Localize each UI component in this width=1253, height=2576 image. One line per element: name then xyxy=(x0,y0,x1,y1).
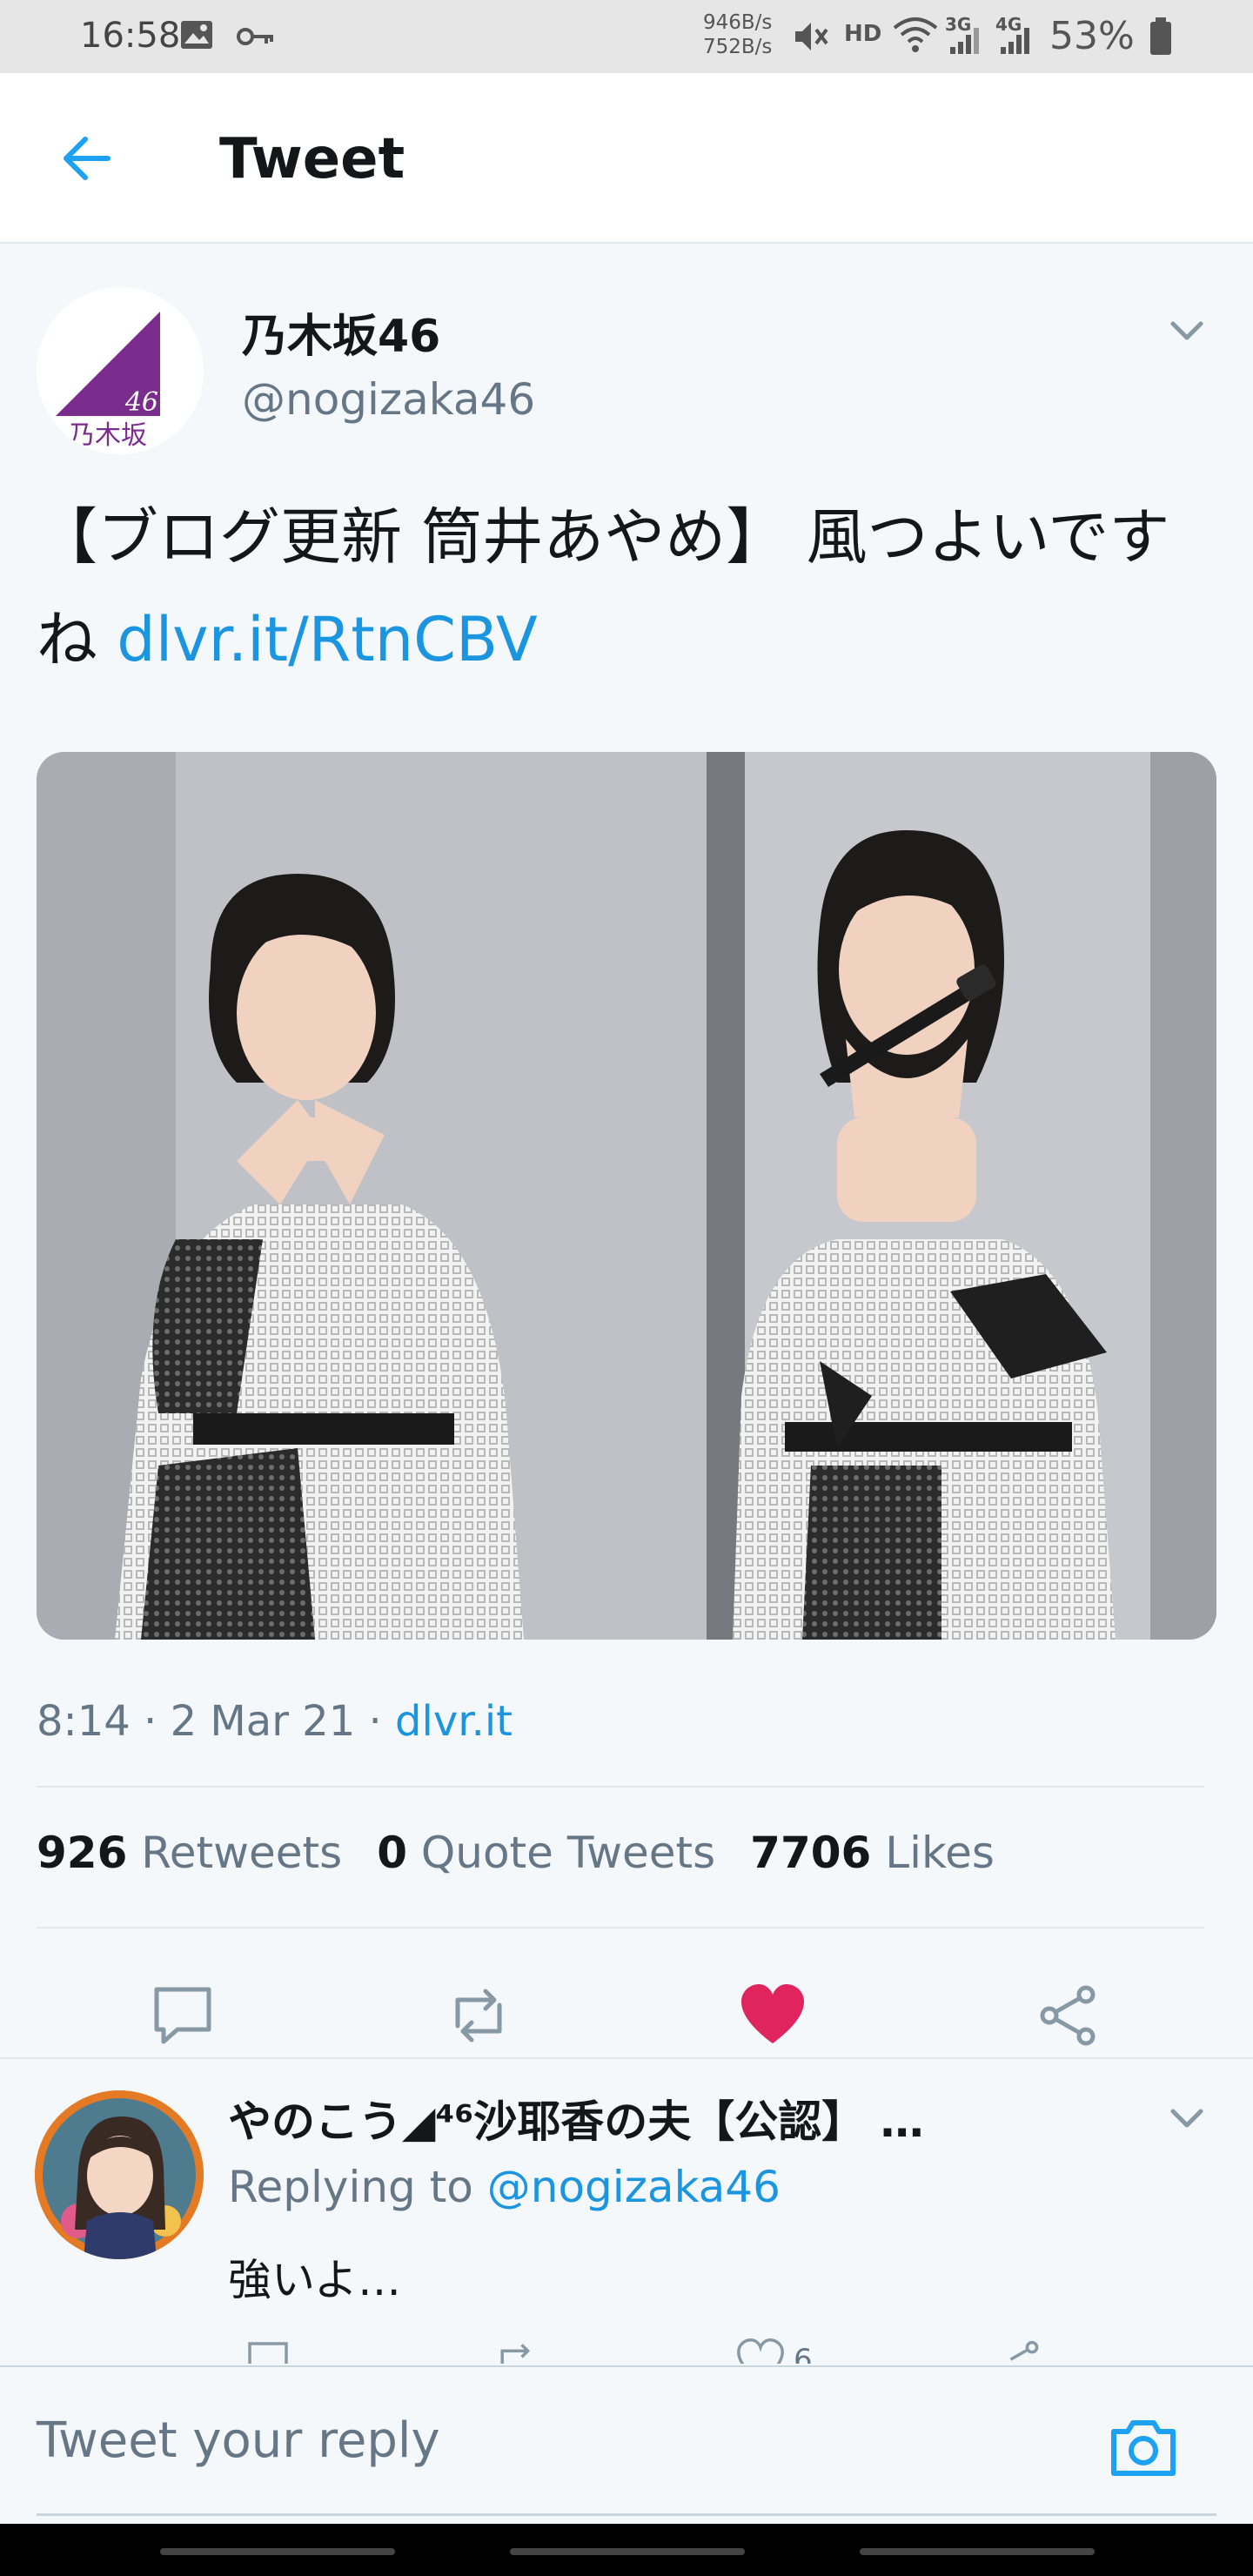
battery-icon xyxy=(1150,17,1171,55)
page-title: Tweet xyxy=(219,127,405,191)
status-time: 16:58 xyxy=(80,16,181,56)
net-down: 752B/s xyxy=(703,36,773,58)
like-heart-icon[interactable] xyxy=(738,1981,807,2050)
nogizaka-logo-icon: 46 乃木坂 xyxy=(37,287,204,454)
arrow-left-icon[interactable] xyxy=(54,125,120,191)
likes-stat[interactable]: 7706 Likes xyxy=(750,1828,995,1878)
logo-kanji-text: 乃木坂 xyxy=(69,420,147,451)
share-icon[interactable] xyxy=(995,2338,1044,2364)
tweet-text: 【ブログ更新 筒井あやめ】 風つよいですね dlvr.it/RtnCBV xyxy=(37,486,1220,691)
input-underline xyxy=(37,2513,1216,2516)
chevron-down-icon[interactable] xyxy=(1163,306,1211,355)
quote-count: 0 xyxy=(377,1828,408,1878)
signal-3g-icon xyxy=(950,28,979,54)
reply-text: 強いよ… xyxy=(228,2255,401,2305)
quote-tweets-stat[interactable]: 0 Quote Tweets xyxy=(377,1828,715,1878)
reply-tweet[interactable]: やのこう◢⁴⁶沙耶香の夫【公認】 … Replying to @nogizaka… xyxy=(0,2057,1253,2364)
tweet-link[interactable]: dlvr.it/RtnCBV xyxy=(117,604,537,675)
divider xyxy=(37,1927,1204,1929)
wifi-icon xyxy=(893,17,938,52)
nav-home[interactable] xyxy=(510,2548,745,2555)
tweet-time: 8:14 · 2 Mar 21 · xyxy=(37,1697,396,1746)
signal-4g-icon xyxy=(1001,28,1029,54)
reply-actions: 6 xyxy=(0,2338,1253,2364)
reply-icon[interactable] xyxy=(244,2338,292,2364)
quote-label: Quote Tweets xyxy=(420,1828,716,1878)
app-bar: Tweet xyxy=(0,73,1253,244)
reply-icon[interactable] xyxy=(148,1981,218,2050)
net-up: 946B/s xyxy=(703,11,773,34)
like-icon[interactable] xyxy=(736,2338,785,2364)
tweet-detail: 46 乃木坂 乃木坂46 @nogizaka46 【ブログ更新 筒井あやめ】 風… xyxy=(0,245,1253,2056)
replying-handle[interactable]: @nogizaka46 xyxy=(487,2162,781,2212)
author-handle[interactable]: @nogizaka46 xyxy=(242,374,535,425)
reply-avatar[interactable] xyxy=(35,2090,204,2259)
tweet-source-link[interactable]: dlvr.it xyxy=(395,1697,513,1746)
retweet-icon[interactable] xyxy=(444,1981,513,2050)
like-count: 7706 xyxy=(750,1828,872,1878)
network-speed: 946B/s 752B/s xyxy=(703,10,772,59)
status-bar: 16:58 946B/s 752B/s HD 3G 4G 53% xyxy=(0,0,1253,73)
image-notification-icon xyxy=(181,21,212,49)
reply-author-name[interactable]: やのこう◢⁴⁶沙耶香の夫【公認】 … xyxy=(228,2087,924,2150)
chevron-down-icon[interactable] xyxy=(1163,2094,1211,2143)
tweet-actions xyxy=(0,1969,1253,2056)
replying-to: Replying to @nogizaka46 xyxy=(228,2162,781,2212)
battery-percent: 53% xyxy=(1049,14,1135,58)
reply-avatar-illustration xyxy=(35,2090,204,2259)
author-name[interactable]: 乃木坂46 xyxy=(242,299,440,365)
tweet-photo[interactable] xyxy=(37,752,1216,1640)
system-nav-bar xyxy=(0,2524,1253,2576)
author-avatar[interactable]: 46 乃木坂 xyxy=(37,287,204,454)
reply-like-count: 6 xyxy=(794,2343,813,2364)
key-icon xyxy=(237,28,273,45)
retweets-stat[interactable]: 926 Retweets xyxy=(37,1828,342,1878)
retweet-count: 926 xyxy=(37,1828,128,1878)
mute-icon xyxy=(795,23,828,50)
share-icon[interactable] xyxy=(1034,1981,1103,2050)
reply-input[interactable]: Tweet your reply xyxy=(37,2412,440,2469)
nav-recent[interactable] xyxy=(160,2548,395,2555)
divider xyxy=(37,1786,1204,1788)
tweet-stats: 926 Retweets 0 Quote Tweets 7706 Likes xyxy=(37,1828,995,1878)
retweet-label: Retweets xyxy=(141,1828,343,1878)
replying-prefix: Replying to xyxy=(228,2162,487,2212)
retweet-icon[interactable] xyxy=(492,2338,541,2364)
tweet-meta: 8:14 · 2 Mar 21 · dlvr.it xyxy=(37,1697,513,1746)
reply-composer[interactable]: Tweet your reply xyxy=(0,2365,1253,2524)
logo-number-text: 46 xyxy=(124,387,158,418)
photo-illustration xyxy=(37,752,1216,1640)
camera-icon[interactable] xyxy=(1107,2411,1180,2484)
nav-back[interactable] xyxy=(860,2548,1095,2555)
hd-label: HD xyxy=(844,21,882,47)
like-label: Likes xyxy=(885,1828,995,1878)
